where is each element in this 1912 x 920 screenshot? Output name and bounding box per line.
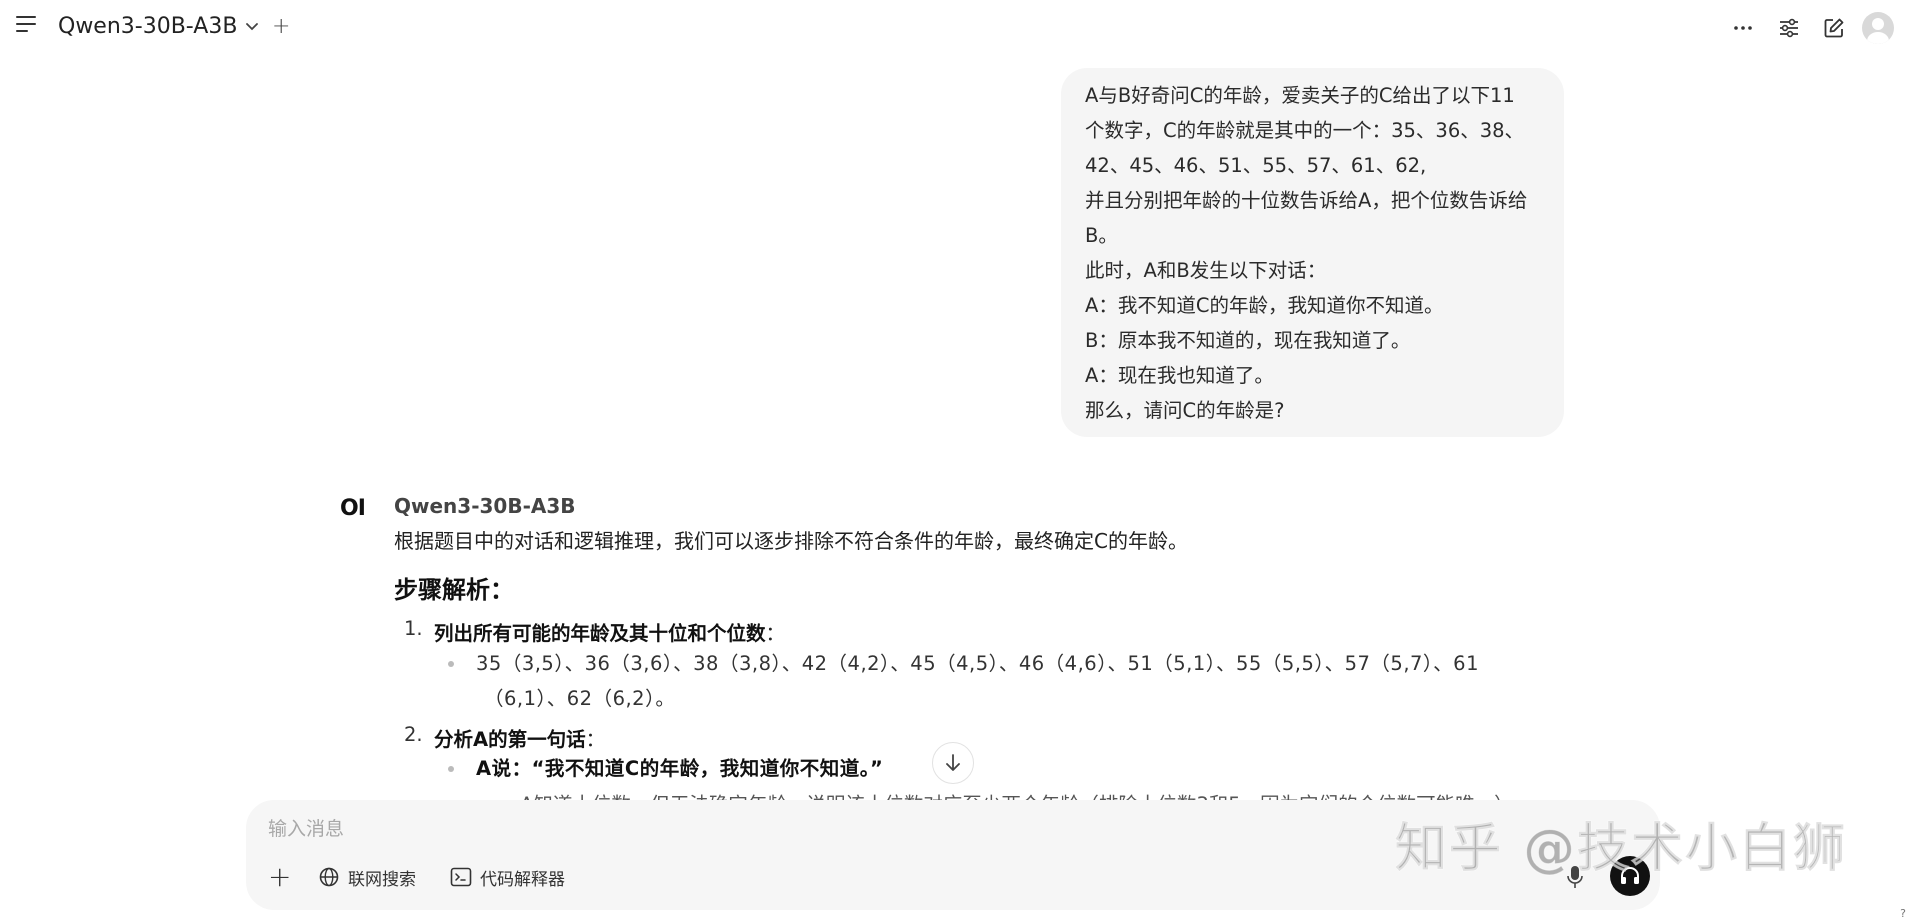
hamburger-menu-icon[interactable]: [16, 16, 42, 40]
section-heading: 步骤解析：: [394, 576, 514, 604]
user-message-line: 并且分别把年龄的十位数告诉给A，把个位数告诉给: [1085, 189, 1528, 212]
user-message-line: 此时，A和B发生以下对话：: [1085, 259, 1327, 282]
step-title: 列出所有可能的年龄及其十位和个位数：: [434, 622, 786, 645]
user-message-line: B。: [1085, 224, 1118, 247]
assistant-intro: 根据题目中的对话和逻辑推理，我们可以逐步排除不符合条件的年龄，最终确定C的年龄。: [394, 529, 1188, 553]
user-message-line: A与B好奇问C的年龄，爱卖关子的C给出了以下11: [1085, 84, 1515, 107]
user-message-line: 42、45、46、51、55、57、61、62,: [1085, 154, 1427, 177]
chevron-down-icon[interactable]: [244, 18, 260, 34]
attach-plus-button[interactable]: +: [268, 860, 291, 893]
user-message-line: A：我不知道C的年龄，我知道你不知道。: [1085, 294, 1444, 317]
step-title: 分析A的第一句话：: [434, 728, 606, 751]
new-chat-button[interactable]: +: [272, 14, 290, 39]
top-bar: Qwen3-30B-A3B +: [0, 0, 1912, 56]
step-number: 1.: [404, 617, 423, 640]
edit-icon[interactable]: [1820, 14, 1848, 42]
ages-list-line: （6,1）、62（6,2）。: [484, 687, 676, 710]
web-search-label: 联网搜索: [348, 869, 416, 890]
sliders-icon[interactable]: [1775, 14, 1803, 42]
user-message-bubble: A与B好奇问C的年龄，爱卖关子的C给出了以下11 个数字，C的年龄就是其中的一个…: [1061, 68, 1564, 437]
terminal-icon: [450, 867, 472, 887]
code-interpreter-button[interactable]: 代码解释器: [450, 862, 565, 892]
globe-icon: [319, 867, 339, 887]
user-message-line: A：现在我也知道了。: [1085, 364, 1274, 387]
watermark: 知乎 @技术小白狮: [1394, 819, 1848, 880]
web-search-button[interactable]: 联网搜索: [318, 862, 416, 892]
step-number: 2.: [404, 723, 423, 746]
user-message-line: B：原本我不知道的，现在我知道了。: [1085, 329, 1411, 352]
message-input[interactable]: [268, 812, 1368, 846]
quote-line: A说：“我不知道C的年龄，我知道你不知道。”: [476, 757, 884, 780]
more-horizontal-icon[interactable]: [1729, 14, 1757, 42]
help-button[interactable]: ?: [1900, 907, 1906, 920]
code-interpreter-label: 代码解释器: [480, 869, 565, 890]
user-message-line: 那么，请问C的年龄是?: [1085, 399, 1285, 422]
assistant-logo-icon: OI: [340, 496, 366, 521]
ages-list-line: 35（3,5）、36（3,6）、38（3,8）、42（4,2）、45（4,5）、…: [476, 652, 1479, 675]
scroll-to-bottom-button[interactable]: [932, 742, 974, 784]
assistant-name: Qwen3-30B-A3B: [394, 494, 576, 518]
arrow-down-icon: [946, 754, 960, 771]
user-message-line: 个数字，C的年龄就是其中的一个：35、36、38、: [1085, 119, 1525, 142]
bullet-dot: [448, 661, 454, 667]
user-avatar-icon[interactable]: [1862, 12, 1894, 44]
bullet-dot: [448, 766, 454, 772]
model-selector[interactable]: Qwen3-30B-A3B: [58, 14, 237, 39]
